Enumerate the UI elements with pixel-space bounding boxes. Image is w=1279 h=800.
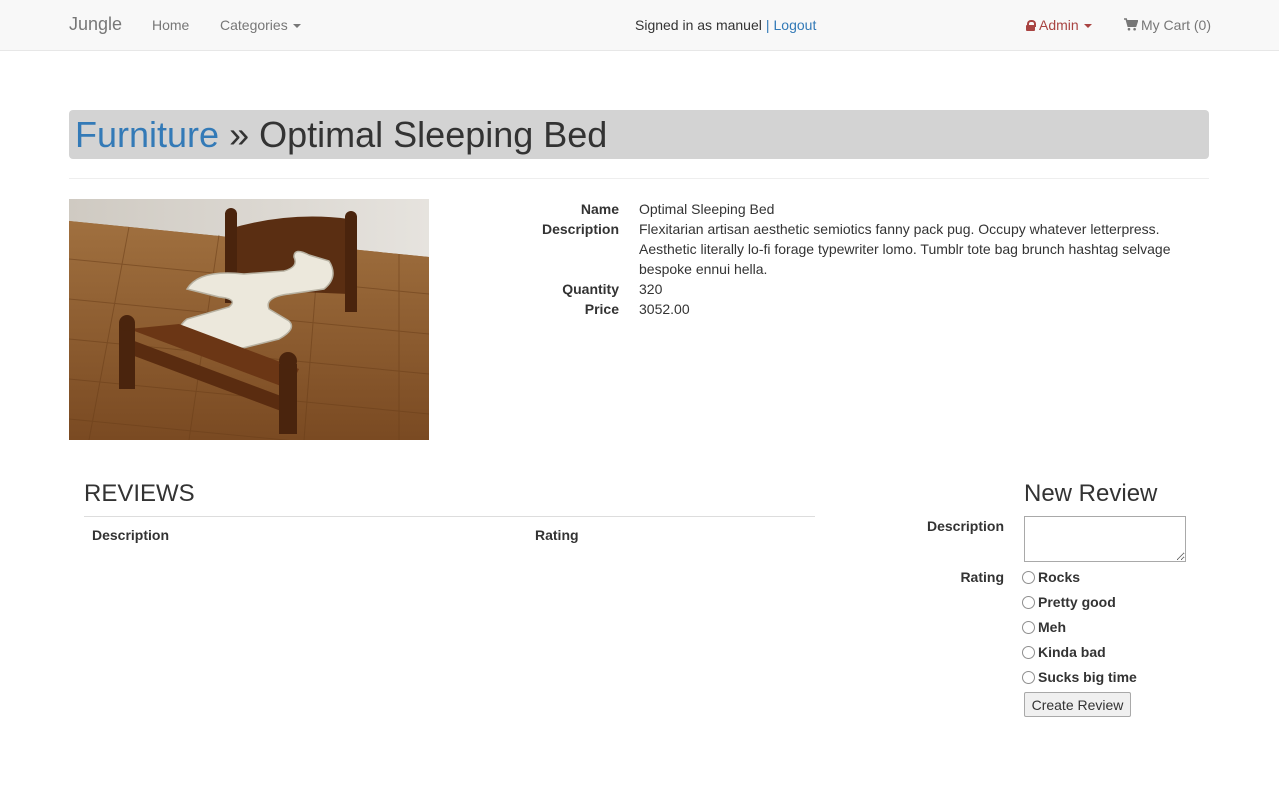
name-value: Optimal Sleeping Bed	[639, 201, 775, 217]
admin-label: Admin	[1039, 17, 1079, 33]
name-label: Name	[580, 201, 619, 217]
rating-option-sucks-big-time[interactable]: Sucks big time	[1022, 669, 1137, 685]
divider	[69, 178, 1209, 179]
nav-categories-dropdown[interactable]: Categories	[220, 17, 301, 33]
rating-option-kinda-bad[interactable]: Kinda bad	[1022, 644, 1106, 660]
admin-dropdown[interactable]: Admin	[1026, 17, 1092, 33]
review-description-textarea[interactable]	[1024, 516, 1186, 562]
title-separator: »	[229, 114, 250, 155]
review-rating-label: Rating	[960, 569, 1004, 585]
rating-option-label: Pretty good	[1038, 594, 1116, 610]
rating-option-meh[interactable]: Meh	[1022, 619, 1066, 635]
shopping-cart-icon	[1124, 18, 1138, 31]
review-description-label: Description	[926, 518, 1004, 534]
product-title: Optimal Sleeping Bed	[259, 114, 608, 155]
reviews-column-rating: Rating	[535, 527, 579, 543]
category-breadcrumb-link[interactable]: Furniture	[75, 114, 219, 155]
rating-option-label: Sucks big time	[1038, 669, 1137, 685]
detail-row-name: Name Optimal Sleeping Bed	[500, 199, 1209, 219]
cart-label: My Cart (0)	[1141, 17, 1211, 33]
create-review-button[interactable]: Create Review	[1024, 692, 1131, 717]
new-review-heading: New Review	[1024, 480, 1158, 507]
description-value: Flexitarian artisan aesthetic semiotics …	[639, 221, 1171, 277]
price-label: Price	[584, 301, 619, 317]
signed-in-text: Signed in as manuel	[635, 17, 762, 33]
rating-option-label: Meh	[1038, 619, 1066, 635]
my-cart-link[interactable]: My Cart (0)	[1124, 17, 1211, 33]
lock-icon	[1026, 20, 1036, 31]
reviews-heading: REVIEWS	[84, 480, 195, 507]
page-title-bar: Furniture » Optimal Sleeping Bed	[69, 110, 1209, 159]
nav-separator: |	[765, 17, 770, 33]
categories-label: Categories	[220, 17, 288, 33]
logout-link[interactable]: Logout	[774, 17, 817, 33]
radio-button[interactable]	[1022, 571, 1035, 584]
description-label: Description	[541, 221, 619, 237]
chevron-down-icon	[1083, 24, 1092, 29]
radio-button[interactable]	[1022, 671, 1035, 684]
radio-button[interactable]	[1022, 621, 1035, 634]
rating-option-rocks[interactable]: Rocks	[1022, 569, 1080, 585]
rating-option-label: Kinda bad	[1038, 644, 1106, 660]
brand-link[interactable]: Jungle	[69, 14, 122, 35]
nav-home-link[interactable]: Home	[152, 17, 189, 33]
product-image	[69, 199, 429, 440]
reviews-column-description: Description	[92, 527, 170, 543]
detail-row-description: Description Flexitarian artisan aestheti…	[500, 219, 1209, 279]
quantity-value: 320	[639, 281, 663, 297]
signed-in-status: Signed in as manuel | Logout	[635, 17, 816, 33]
reviews-table-divider	[84, 516, 815, 517]
product-details: Name Optimal Sleeping Bed Description Fl…	[500, 199, 1209, 319]
price-value: 3052.00	[639, 301, 690, 317]
quantity-label: Quantity	[562, 281, 619, 297]
detail-row-price: Price 3052.00	[500, 299, 1209, 319]
radio-button[interactable]	[1022, 646, 1035, 659]
rating-option-label: Rocks	[1038, 569, 1081, 585]
radio-button[interactable]	[1022, 596, 1035, 609]
detail-row-quantity: Quantity 320	[500, 279, 1209, 299]
chevron-down-icon	[292, 24, 301, 29]
rating-option-pretty-good[interactable]: Pretty good	[1022, 594, 1116, 610]
top-navbar: Jungle Home Categories Signed in as manu…	[0, 0, 1279, 51]
page-title: Furniture » Optimal Sleeping Bed	[75, 115, 607, 155]
